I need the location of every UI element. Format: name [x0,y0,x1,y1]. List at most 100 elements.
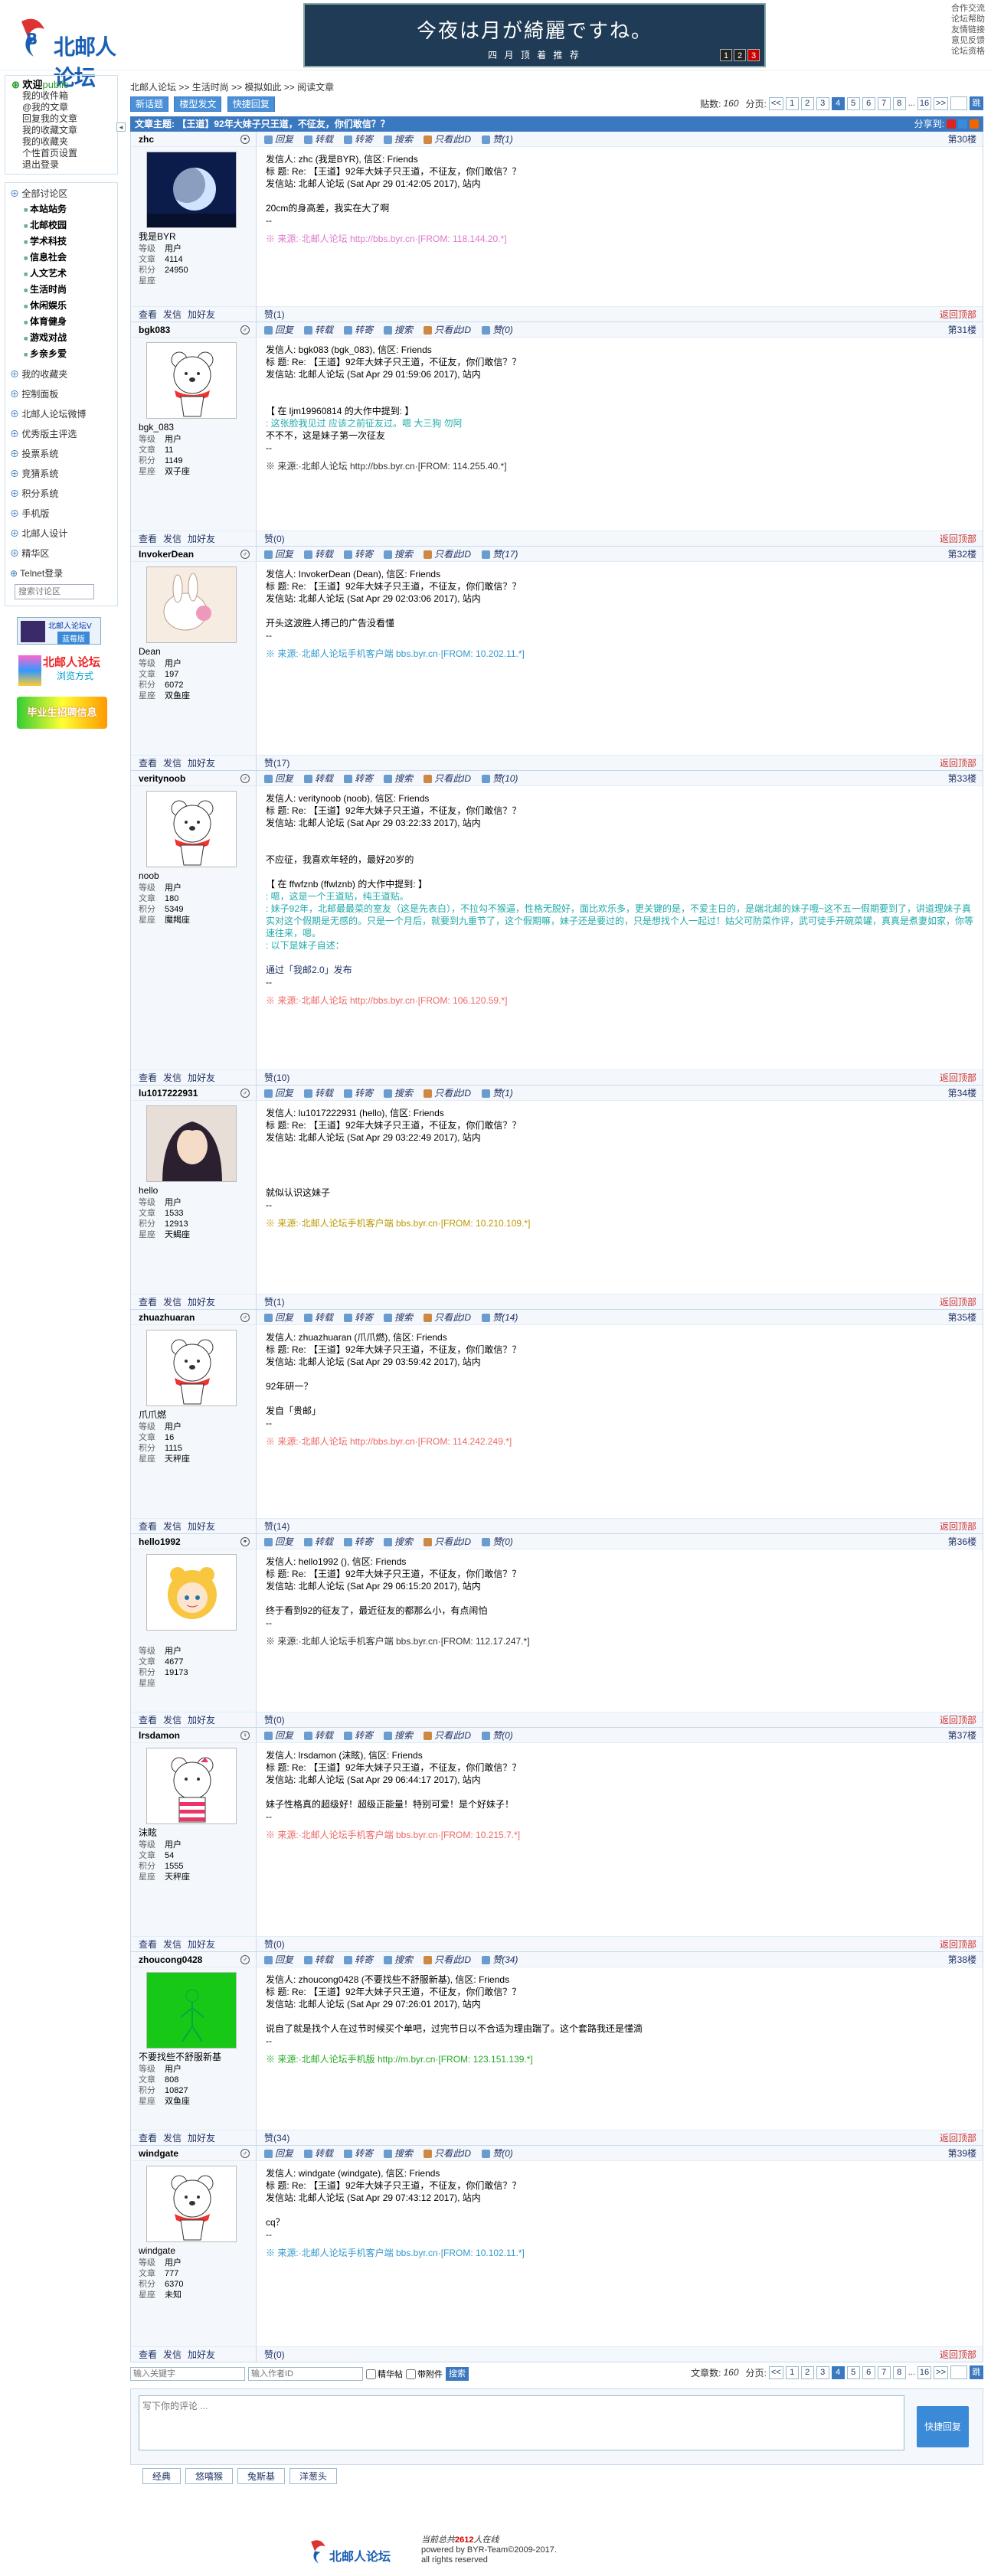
transfer-button[interactable]: 转寄 [344,1086,373,1099]
nav-sub[interactable]: 本站站务 [10,201,113,217]
page-jump-input[interactable] [950,96,967,110]
search-button[interactable]: 搜索 [384,1086,413,1099]
send-mail-button[interactable]: 发信 [163,1295,182,1308]
transfer-button[interactable]: 转寄 [344,2147,373,2160]
add-friend-button[interactable]: 加好友 [188,532,215,545]
avatar[interactable] [146,1554,237,1631]
forward-button[interactable]: 转载 [304,772,333,785]
top-link[interactable]: 意见反馈 [951,35,985,46]
emoticon-tab[interactable]: 经典 [142,2468,182,2484]
add-friend-button[interactable]: 加好友 [188,308,215,321]
nav-section[interactable]: 积分系统 [10,486,113,501]
avatar[interactable] [146,1105,237,1182]
add-friend-button[interactable]: 加好友 [188,1713,215,1726]
nav-section[interactable]: 控制面板 [10,387,113,402]
quick-reply-submit-button[interactable]: 快捷回复 [917,2406,969,2447]
page-link[interactable]: 8 [892,96,906,110]
like-button[interactable]: 赞(0) [482,2147,513,2160]
page-link[interactable]: 16 [917,96,932,110]
search-button[interactable]: 搜索 [384,2147,413,2160]
send-mail-button[interactable]: 发信 [163,1071,182,1084]
nav-sub[interactable]: 信息社会 [10,250,113,266]
page-link[interactable]: 2 [800,96,814,110]
page-link[interactable]: >> [934,2365,948,2379]
floor-number[interactable]: 第34楼 [948,1086,976,1099]
page-link[interactable]: 2 [800,2365,814,2379]
top-link[interactable]: 友情链接 [951,24,985,35]
emoticon-tab[interactable]: 悠嘻猴 [185,2468,234,2484]
nav-sub[interactable]: 游戏对战 [10,330,113,346]
send-mail-button[interactable]: 发信 [163,1713,182,1726]
top-link[interactable]: 论坛帮助 [951,14,985,24]
post-author[interactable]: lu1017222931 ♂ [131,1086,257,1100]
add-friend-button[interactable]: 加好友 [188,2131,215,2144]
keyword-search-input[interactable] [130,2367,245,2381]
quick-reply-button[interactable]: 快捷回复 [227,96,275,112]
transfer-button[interactable]: 转寄 [344,1311,373,1324]
post-author[interactable]: windgate ♂ [131,2146,257,2160]
send-mail-button[interactable]: 发信 [163,308,182,321]
post-author[interactable]: veritynoob ♂ [131,771,257,785]
thread-search-button[interactable]: 搜索 [446,2367,469,2381]
back-to-top-link[interactable]: 返回顶部 [940,1713,976,1726]
nav-sub[interactable]: 学术科技 [10,233,113,250]
floor-number[interactable]: 第31楼 [948,323,976,336]
page-link[interactable]: 7 [877,2365,891,2379]
digest-checkbox-label[interactable]: 精华帖 [366,2368,403,2380]
user-link[interactable]: 个性首页设置 [11,148,111,159]
top-link[interactable]: 合作交流 [951,3,985,14]
nav-section[interactable]: 投票系统 [10,446,113,462]
view-profile-button[interactable]: 查看 [139,756,157,769]
view-profile-button[interactable]: 查看 [139,308,157,321]
view-profile-button[interactable]: 查看 [139,1295,157,1308]
reply-button[interactable]: 回复 [264,1535,293,1548]
send-mail-button[interactable]: 发信 [163,2131,182,2144]
like-button[interactable]: 赞(0) [482,1729,513,1742]
like-button[interactable]: 赞(1) [482,1086,513,1099]
new-post-button[interactable]: 新话题 [130,96,169,112]
author-only-button[interactable]: 只看此ID [424,1086,471,1099]
floor-number[interactable]: 第33楼 [948,772,976,785]
transfer-button[interactable]: 转寄 [344,1953,373,1966]
user-link[interactable]: @我的文章 [11,102,111,113]
share-qq-icon[interactable] [958,119,967,129]
reply-button[interactable]: 回复 [264,772,293,785]
author-only-button[interactable]: 只看此ID [424,1953,471,1966]
nav-section[interactable]: 手机版 [10,506,113,521]
avatar[interactable] [146,1748,237,1824]
avatar[interactable] [146,791,237,867]
reply-button[interactable]: 回复 [264,2147,293,2160]
author-only-button[interactable]: 只看此ID [424,323,471,336]
page-link[interactable]: 6 [862,96,875,110]
breadcrumb-link[interactable]: 北邮人论坛 [130,82,176,93]
back-to-top-link[interactable]: 返回顶部 [940,2131,976,2144]
floor-number[interactable]: 第30楼 [948,132,976,145]
search-button[interactable]: 搜索 [384,323,413,336]
reply-button[interactable]: 回复 [264,1311,293,1324]
floor-number[interactable]: 第32楼 [948,547,976,560]
add-friend-button[interactable]: 加好友 [188,1071,215,1084]
author-search-input[interactable] [248,2367,363,2381]
post-author[interactable]: zhuazhuaran ♂ [131,1310,257,1324]
avatar[interactable] [146,2166,237,2242]
add-friend-button[interactable]: 加好友 [188,756,215,769]
top-link[interactable]: 论坛资格 [951,46,985,57]
like-button[interactable]: 赞(34) [482,1953,518,1966]
job-ad[interactable]: 毕业生招聘信息 [17,697,107,729]
view-profile-button[interactable]: 查看 [139,1713,157,1726]
attach-checkbox-label[interactable]: 带附件 [406,2368,443,2380]
page-jump-input[interactable] [950,2365,967,2379]
search-button[interactable]: 搜索 [384,132,413,145]
like-count[interactable]: 赞(0) [264,2348,285,2361]
transfer-button[interactable]: 转寄 [344,323,373,336]
banner-page[interactable]: 1 [720,49,732,61]
like-count[interactable]: 赞(17) [264,756,289,769]
forward-button[interactable]: 转载 [304,1535,333,1548]
page-link[interactable]: 3 [816,2365,829,2379]
send-mail-button[interactable]: 发信 [163,1520,182,1533]
page-link[interactable]: 3 [816,96,829,110]
nav-section[interactable]: 优秀版主评选 [10,426,113,442]
forward-button[interactable]: 转载 [304,132,333,145]
search-button[interactable]: 搜索 [384,547,413,560]
banner-page[interactable]: 3 [747,49,760,61]
